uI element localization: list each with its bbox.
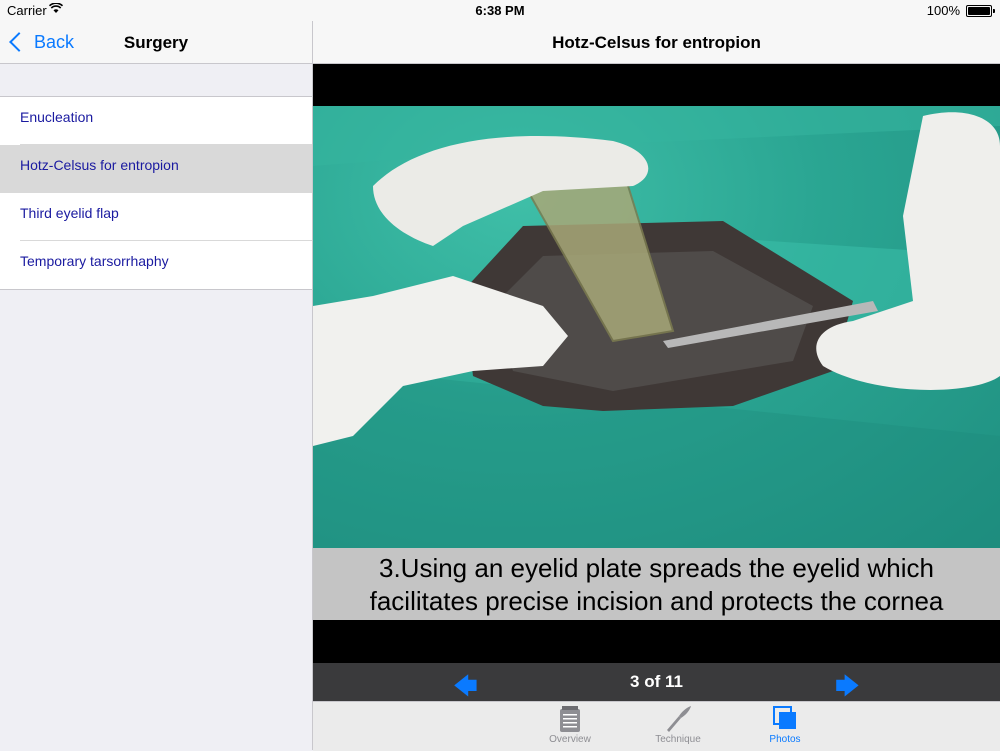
detail-title: Hotz-Celsus for entropion bbox=[552, 33, 761, 52]
detail-nav-bar: Hotz-Celsus for entropion bbox=[313, 21, 1000, 64]
list-item-label: Hotz-Celsus for entropion bbox=[20, 157, 179, 173]
caption-line-2: facilitates precise incision and protect… bbox=[369, 586, 944, 616]
page-counter: 3 of 11 bbox=[630, 672, 683, 691]
battery-icon bbox=[966, 5, 995, 17]
scalpel-icon bbox=[633, 704, 723, 734]
status-bar: Carrier 6:38 PM 100% bbox=[0, 0, 1000, 21]
master-title: Surgery bbox=[123, 33, 189, 52]
tab-overview[interactable]: Overview bbox=[525, 704, 615, 745]
tab-photos[interactable]: Photos bbox=[740, 704, 830, 745]
master-pane: Back Surgery Enucleation Hotz-Celsus for… bbox=[0, 21, 313, 750]
photo-pager: 🡄 3 of 11 🡆 bbox=[313, 663, 1000, 701]
tab-bar: Overview Technique Photos bbox=[313, 701, 1000, 751]
tab-label: Photos bbox=[769, 734, 801, 745]
master-nav-bar: Back Surgery bbox=[0, 21, 312, 64]
list-item-enucleation[interactable]: Enucleation bbox=[0, 97, 312, 145]
surgery-list: Enucleation Hotz-Celsus for entropion Th… bbox=[0, 96, 312, 290]
tab-technique[interactable]: Technique bbox=[633, 704, 723, 745]
list-item-temporary-tarsorrhaphy[interactable]: Temporary tarsorrhaphy bbox=[0, 241, 312, 289]
caption-line-1: 3.Using an eyelid plate spreads the eyel… bbox=[378, 553, 934, 583]
list-item-label: Enucleation bbox=[20, 109, 94, 125]
list-item-label: Temporary tarsorrhaphy bbox=[20, 253, 169, 269]
status-time: 6:38 PM bbox=[475, 3, 525, 18]
tab-label: Overview bbox=[549, 734, 591, 745]
photos-icon bbox=[740, 704, 830, 734]
list-item-label: Third eyelid flap bbox=[20, 205, 119, 221]
tab-label: Technique bbox=[655, 734, 701, 745]
notepad-icon bbox=[525, 704, 615, 734]
detail-pane: Hotz-Celsus for entropion 3.Using an eye… bbox=[313, 21, 1000, 751]
list-item-hotz-celsus[interactable]: Hotz-Celsus for entropion bbox=[0, 145, 312, 193]
surgery-photo[interactable] bbox=[313, 106, 1000, 548]
list-item-third-eyelid-flap[interactable]: Third eyelid flap bbox=[0, 193, 312, 241]
battery-percent: 100% bbox=[926, 3, 960, 18]
photo-caption: 3.Using an eyelid plate spreads the eyel… bbox=[313, 548, 1000, 620]
